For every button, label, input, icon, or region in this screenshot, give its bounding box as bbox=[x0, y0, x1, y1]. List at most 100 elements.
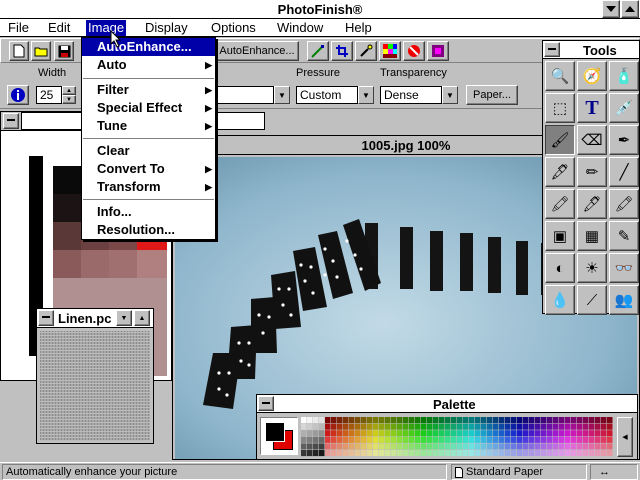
open-button[interactable] bbox=[31, 41, 51, 61]
palette-swatch[interactable] bbox=[397, 423, 403, 430]
palette-swatch[interactable] bbox=[307, 450, 313, 457]
width-spinner[interactable]: ▲ ▼ bbox=[62, 86, 76, 104]
palette-swatch[interactable] bbox=[535, 450, 541, 457]
palette-swatch[interactable] bbox=[589, 430, 595, 437]
palette-scroll-button[interactable]: ◀ bbox=[617, 417, 633, 457]
palette-swatch[interactable] bbox=[403, 443, 409, 450]
menu-window[interactable]: Window bbox=[275, 20, 325, 36]
palette-swatch[interactable] bbox=[439, 423, 445, 430]
menu-item-filter[interactable]: Filter ▶ bbox=[82, 81, 215, 99]
palette-swatch[interactable] bbox=[427, 436, 433, 443]
palette-swatch[interactable] bbox=[343, 423, 349, 430]
palette-swatch[interactable] bbox=[517, 423, 523, 430]
palette-swatch[interactable] bbox=[517, 436, 523, 443]
palette-swatch[interactable] bbox=[421, 423, 427, 430]
palette-swatch[interactable] bbox=[511, 417, 517, 424]
palette-swatch[interactable] bbox=[529, 436, 535, 443]
palette-swatch[interactable] bbox=[595, 430, 601, 437]
palette-swatch[interactable] bbox=[505, 417, 511, 424]
palette-swatch[interactable] bbox=[469, 430, 475, 437]
palette-swatch[interactable] bbox=[337, 436, 343, 443]
palette-swatch[interactable] bbox=[307, 423, 313, 430]
palette-swatch[interactable] bbox=[439, 450, 445, 457]
palette-swatch[interactable] bbox=[559, 450, 565, 457]
brush-dropdown-arrow[interactable]: ▼ bbox=[274, 86, 290, 104]
palette-swatch[interactable] bbox=[607, 450, 613, 457]
palette-swatch[interactable] bbox=[439, 436, 445, 443]
palette-swatch[interactable] bbox=[523, 450, 529, 457]
palette-swatch[interactable] bbox=[511, 450, 517, 457]
palette-swatch[interactable] bbox=[403, 430, 409, 437]
palette-swatch[interactable] bbox=[463, 443, 469, 450]
palette-swatch[interactable] bbox=[415, 443, 421, 450]
palette-swatch[interactable] bbox=[361, 443, 367, 450]
palette-swatch[interactable] bbox=[493, 430, 499, 437]
palette-swatch[interactable] bbox=[553, 436, 559, 443]
palette-swatch[interactable] bbox=[553, 417, 559, 424]
transparency-dropdown-arrow[interactable]: ▼ bbox=[442, 86, 458, 104]
palette-swatch[interactable] bbox=[523, 423, 529, 430]
palette-swatch[interactable] bbox=[451, 423, 457, 430]
palette-swatch[interactable] bbox=[547, 417, 553, 424]
palette-swatch[interactable] bbox=[385, 443, 391, 450]
palette-swatch[interactable] bbox=[583, 450, 589, 457]
tool-stamp[interactable]: ▣ bbox=[545, 221, 575, 251]
palette-swatch[interactable] bbox=[523, 443, 529, 450]
palette-swatch[interactable] bbox=[307, 443, 313, 450]
palette-swatch[interactable] bbox=[499, 430, 505, 437]
palette-swatch[interactable] bbox=[391, 443, 397, 450]
tool-people-clone[interactable]: 👥 bbox=[609, 285, 639, 315]
menu-display[interactable]: Display bbox=[143, 20, 190, 36]
palette-swatch[interactable] bbox=[301, 417, 307, 424]
palette-swatch[interactable] bbox=[457, 443, 463, 450]
palette-swatch[interactable] bbox=[517, 417, 523, 424]
palette-swatch[interactable] bbox=[331, 423, 337, 430]
palette-swatch[interactable] bbox=[583, 423, 589, 430]
palette-swatch[interactable] bbox=[373, 450, 379, 457]
palette-swatch[interactable] bbox=[487, 417, 493, 424]
menu-item-resolution[interactable]: Resolution... bbox=[82, 221, 215, 239]
palette-swatch[interactable] bbox=[373, 430, 379, 437]
palette-swatch[interactable] bbox=[577, 430, 583, 437]
palette-swatch[interactable] bbox=[523, 436, 529, 443]
palette-swatch[interactable] bbox=[445, 450, 451, 457]
palette-swatch[interactable] bbox=[469, 436, 475, 443]
palette-swatch[interactable] bbox=[577, 443, 583, 450]
palette-swatch[interactable] bbox=[433, 417, 439, 424]
palette-swatch[interactable] bbox=[415, 417, 421, 424]
palette-swatch[interactable] bbox=[391, 450, 397, 457]
palette-swatch[interactable] bbox=[343, 436, 349, 443]
color-grid-button[interactable] bbox=[379, 41, 401, 61]
palette-swatch[interactable] bbox=[499, 423, 505, 430]
tool-contrast-circle[interactable]: ◐ bbox=[545, 253, 575, 283]
palette-swatch[interactable] bbox=[433, 436, 439, 443]
palette-swatch[interactable] bbox=[499, 417, 505, 424]
new-file-button[interactable] bbox=[9, 41, 29, 61]
menu-item-info[interactable]: Info... bbox=[82, 203, 215, 221]
palette-swatch[interactable] bbox=[541, 417, 547, 424]
palette-swatch[interactable] bbox=[337, 417, 343, 424]
palette-swatch[interactable] bbox=[379, 443, 385, 450]
palette-swatch[interactable] bbox=[463, 417, 469, 424]
palette-swatch[interactable] bbox=[385, 436, 391, 443]
palette-swatch[interactable] bbox=[391, 423, 397, 430]
palette-swatch[interactable] bbox=[355, 436, 361, 443]
palette-swatch[interactable] bbox=[565, 436, 571, 443]
palette-swatch[interactable] bbox=[319, 430, 325, 437]
palette-swatch[interactable] bbox=[367, 443, 373, 450]
palette-swatch[interactable] bbox=[409, 423, 415, 430]
palette-swatch[interactable] bbox=[349, 443, 355, 450]
palette-swatch[interactable] bbox=[427, 443, 433, 450]
palette-swatch[interactable] bbox=[427, 430, 433, 437]
crop-button[interactable] bbox=[331, 41, 353, 61]
palette-swatch[interactable] bbox=[445, 423, 451, 430]
palette-swatch[interactable] bbox=[385, 450, 391, 457]
palette-swatch[interactable] bbox=[343, 450, 349, 457]
pressure-select[interactable]: Custom bbox=[296, 86, 358, 104]
palette-swatch[interactable] bbox=[331, 443, 337, 450]
palette-swatch[interactable] bbox=[415, 450, 421, 457]
palette-swatch[interactable] bbox=[451, 430, 457, 437]
palette-swatch[interactable] bbox=[337, 450, 343, 457]
palette-swatch[interactable] bbox=[469, 450, 475, 457]
palette-swatch[interactable] bbox=[385, 423, 391, 430]
